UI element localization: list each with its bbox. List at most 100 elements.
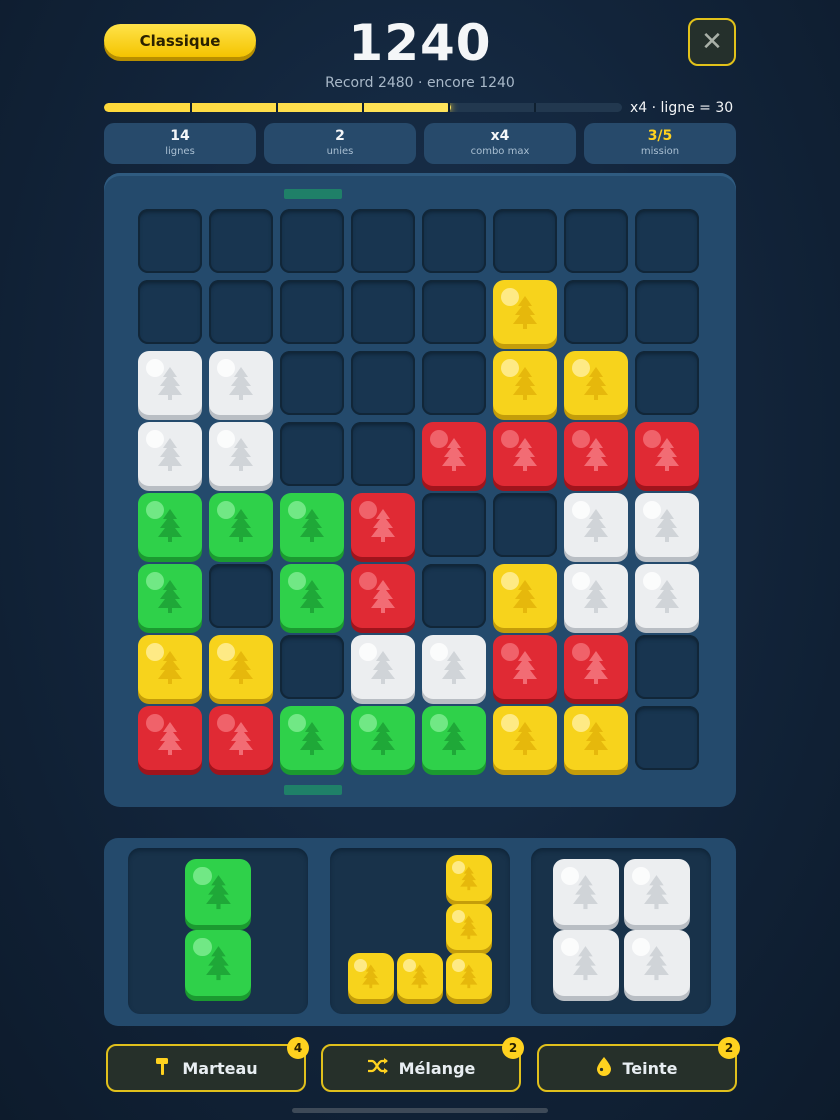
stat-mission: 3/5 mission <box>584 123 736 164</box>
tree-block <box>635 493 699 557</box>
empty-cell[interactable] <box>209 564 273 628</box>
stat-value: 3/5 <box>647 128 673 144</box>
tree-block <box>446 953 492 999</box>
stat-combo: x4 combo max <box>424 123 576 164</box>
tree-block <box>138 706 202 770</box>
tree-block <box>564 564 628 628</box>
empty-cell[interactable] <box>280 351 344 415</box>
tree-block <box>446 904 492 950</box>
empty-cell[interactable] <box>138 209 202 273</box>
tint-label: Teinte <box>622 1058 678 1078</box>
empty-cell[interactable] <box>422 209 486 273</box>
empty-cell[interactable] <box>280 280 344 344</box>
tree-block <box>280 564 344 628</box>
tree-block <box>185 858 251 925</box>
tree-block <box>138 564 202 628</box>
empty-cell[interactable] <box>422 351 486 415</box>
tree-block <box>351 493 415 557</box>
tree-block <box>138 493 202 557</box>
board-top-marker <box>284 189 342 199</box>
drop-icon <box>596 1056 612 1081</box>
tree-block <box>138 635 202 699</box>
tree-block <box>351 635 415 699</box>
empty-cell[interactable] <box>422 280 486 344</box>
tree-block <box>351 706 415 770</box>
stat-lines: 14 lignes <box>104 123 256 164</box>
mode-button[interactable]: Classique <box>104 24 256 57</box>
empty-cell[interactable] <box>280 422 344 486</box>
tree-block <box>351 564 415 628</box>
empty-cell[interactable] <box>138 280 202 344</box>
tree-block <box>209 493 273 557</box>
tree-block <box>552 858 619 925</box>
empty-cell[interactable] <box>351 351 415 415</box>
progress-segment-divider <box>448 103 450 112</box>
empty-cell[interactable] <box>351 422 415 486</box>
mode-label: Classique <box>139 31 221 50</box>
empty-cell[interactable] <box>635 351 699 415</box>
tree-block <box>422 706 486 770</box>
hammer-label: Marteau <box>182 1058 258 1078</box>
empty-cell[interactable] <box>635 280 699 344</box>
tree-block <box>635 422 699 486</box>
tree-block <box>138 351 202 415</box>
home-indicator[interactable] <box>292 1108 548 1113</box>
empty-cell[interactable] <box>564 209 628 273</box>
shuffle-icon <box>367 1057 389 1079</box>
progress-segment-divider <box>190 103 192 112</box>
hammer-icon <box>154 1056 172 1081</box>
tree-block <box>493 564 557 628</box>
tree-block <box>185 929 251 996</box>
stat-label: unies <box>326 146 354 157</box>
shuffle-button[interactable]: Mélange <box>321 1044 521 1092</box>
empty-cell[interactable] <box>564 280 628 344</box>
record-text: Record 2480 · encore 1240 <box>325 75 515 91</box>
combo-text: x4 · ligne = 30 <box>630 100 734 116</box>
empty-cell[interactable] <box>493 493 557 557</box>
close-button[interactable]: ✕ <box>688 18 736 66</box>
empty-cell[interactable] <box>351 209 415 273</box>
empty-cell[interactable] <box>209 209 273 273</box>
score: 1240 <box>348 14 492 72</box>
empty-cell[interactable] <box>209 280 273 344</box>
empty-cell[interactable] <box>422 493 486 557</box>
stat-label: mission <box>640 146 680 157</box>
tree-block <box>446 855 492 901</box>
close-icon: ✕ <box>701 27 723 57</box>
hammer-count-badge: 4 <box>287 1037 309 1059</box>
tree-block <box>493 422 557 486</box>
shuffle-count-badge: 2 <box>502 1037 524 1059</box>
stat-united: 2 unies <box>264 123 416 164</box>
tree-block <box>280 706 344 770</box>
tree-block <box>422 635 486 699</box>
tree-block <box>564 351 628 415</box>
tree-block <box>422 422 486 486</box>
tree-block <box>564 706 628 770</box>
tree-block <box>493 706 557 770</box>
tree-block <box>564 635 628 699</box>
empty-cell[interactable] <box>280 635 344 699</box>
tree-block <box>209 351 273 415</box>
tree-block <box>564 493 628 557</box>
empty-cell[interactable] <box>493 209 557 273</box>
stat-value: x4 <box>490 128 510 144</box>
tree-block <box>493 351 557 415</box>
progress-segment-divider <box>534 103 536 112</box>
tree-block <box>209 422 273 486</box>
shuffle-label: Mélange <box>398 1058 476 1078</box>
empty-cell[interactable] <box>422 564 486 628</box>
stat-value: 14 <box>170 128 190 144</box>
board-bottom-marker <box>284 785 342 795</box>
empty-cell[interactable] <box>280 209 344 273</box>
progress-bar <box>104 103 622 112</box>
tree-block <box>564 422 628 486</box>
stat-label: combo max <box>470 146 530 157</box>
empty-cell[interactable] <box>351 280 415 344</box>
progress-segment-divider <box>276 103 278 112</box>
empty-cell[interactable] <box>635 635 699 699</box>
empty-cell[interactable] <box>635 209 699 273</box>
tree-block <box>493 280 557 344</box>
empty-cell[interactable] <box>635 706 699 770</box>
tint-button[interactable]: Teinte <box>537 1044 737 1092</box>
hammer-button[interactable]: Marteau <box>106 1044 306 1092</box>
